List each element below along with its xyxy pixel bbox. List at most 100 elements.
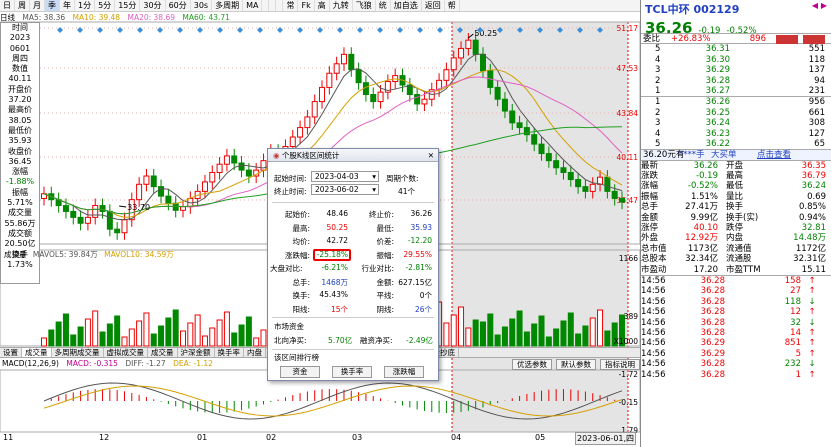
stat-row: 涨跌 -0.19 最高 36.79 — [641, 171, 826, 182]
north-value: 5.70亿 — [328, 336, 353, 345]
tick-row: 14:56 36.28 14 ↑ — [641, 327, 816, 338]
stock-name-code[interactable]: TCL中环 002129 — [645, 1, 739, 17]
toolbar-item[interactable]: 30分 — [140, 0, 166, 11]
toolbar-item[interactable] — [262, 0, 270, 11]
big-order-banner[interactable]: 36.20元有 ****手 大买单 点击查看 — [641, 149, 831, 160]
order-row[interactable]: 5 36.22 65 — [641, 139, 831, 149]
toolbar-item[interactable]: 高 — [315, 0, 330, 11]
signal-diamond — [97, 27, 103, 33]
candle-body — [106, 210, 113, 230]
candle-body — [121, 219, 128, 234]
order-row[interactable]: 3 36.29 137 — [641, 65, 831, 75]
volume-bar — [597, 309, 604, 347]
end-date-picker[interactable]: 2023-06-02 ▾ — [311, 184, 379, 195]
turnover-rank-button[interactable]: 换手率 — [332, 366, 372, 378]
candle-body — [494, 86, 501, 100]
funds-rank-button[interactable]: 资金 — [280, 366, 320, 378]
toolbar-item[interactable]: 月 — [30, 0, 45, 11]
toolbar-item[interactable]: 帮 — [445, 0, 460, 11]
toolbar-item[interactable]: 常 — [283, 0, 299, 11]
indicator-tab[interactable]: 换手率 — [215, 348, 244, 357]
toolbar-item[interactable]: 周 — [15, 0, 30, 11]
tick-row: 14:56 36.28 232 ↓ — [641, 359, 816, 370]
candle-body — [165, 195, 172, 204]
trade-button[interactable] — [803, 35, 825, 44]
candle-body — [421, 98, 428, 105]
order-row[interactable]: 2 36.28 94 — [641, 76, 831, 86]
volume-bar — [62, 313, 69, 347]
volume-bar — [553, 328, 560, 347]
order-row[interactable]: 2 36.25 661 — [641, 108, 831, 118]
toolbar-item[interactable]: 30s — [191, 0, 213, 11]
level: 1 — [655, 85, 661, 96]
level: 4 — [655, 54, 661, 65]
toolbar-item[interactable] — [276, 0, 284, 11]
margin-value: -2.49亿 — [406, 336, 433, 345]
start-date-picker[interactable]: 2023-04-03 ▾ — [311, 171, 379, 182]
level: 4 — [655, 128, 661, 139]
nav-arrows-icon[interactable]: ◀ ▶ — [812, 1, 827, 17]
candle-body — [245, 169, 252, 177]
toolbar-item[interactable]: 季 — [45, 0, 60, 11]
indicator-tab[interactable]: 虚拟成交量 — [104, 348, 148, 357]
x-axis: 11 12 01 02 03 04 05 2023-06-01,四 — [0, 432, 640, 445]
stat-row: 振幅 1.51% 量比 0.69 — [641, 191, 826, 202]
toolbar-item[interactable]: 九转 — [330, 0, 353, 11]
volume-bar — [531, 323, 538, 347]
level: 3 — [655, 118, 661, 129]
order-row[interactable]: 5 36.31 551 — [641, 44, 831, 54]
toolbar-item[interactable] — [269, 0, 277, 11]
order-price: 36.30 — [705, 54, 730, 65]
volume-bar — [458, 306, 465, 347]
toolbar-item[interactable]: 日 — [0, 0, 15, 11]
close-icon[interactable]: ✕ — [428, 149, 434, 162]
toolbar-item[interactable]: 60分 — [166, 0, 191, 11]
toolbar-item[interactable]: 5分 — [95, 0, 116, 11]
toolbar-item[interactable]: 返回 — [422, 0, 445, 11]
signal-diamond — [237, 27, 243, 33]
low-price-label: 33.70 — [127, 203, 150, 212]
indicator-help-tab[interactable]: 指标说明 — [600, 359, 640, 370]
candle-body — [340, 53, 347, 65]
toolbar-item[interactable]: 多周期 — [212, 0, 244, 11]
toolbar-item[interactable]: MA — [243, 0, 263, 11]
x-label: 01 — [197, 433, 208, 442]
price-axis-label: 40.11 — [617, 153, 639, 162]
toolbar-item[interactable]: 飞狼 — [353, 0, 376, 11]
order-row[interactable]: 1 36.26 956 — [641, 97, 831, 107]
indicator-tab[interactable]: 内盘 — [244, 348, 266, 357]
order-row[interactable]: 4 36.23 127 — [641, 129, 831, 139]
signal-diamond — [257, 27, 263, 33]
default-params-tab[interactable]: 默认参数 — [556, 359, 596, 370]
toolbar-item[interactable]: 加自选 — [391, 0, 422, 11]
dstat-label: 平线: — [376, 291, 394, 300]
indicator-tab[interactable]: 沪深金额 — [178, 348, 215, 357]
info-cell: 55.86万 — [4, 218, 36, 228]
order-row[interactable]: 3 36.24 308 — [641, 118, 831, 128]
indicator-tab[interactable]: 成交量 — [148, 348, 178, 357]
candle-body — [209, 171, 216, 183]
order-volume: 661 — [808, 107, 825, 118]
info-cell: 成交额 — [8, 228, 32, 238]
order-row[interactable]: 4 36.30 118 — [641, 55, 831, 65]
toolbar-item[interactable]: 15分 — [115, 0, 141, 11]
macd-param-tabs: 优选参数 默认参数 指标说明 — [508, 359, 640, 370]
toolbar-item[interactable]: 1分 — [75, 0, 96, 11]
indicator-tab[interactable]: 成交量 — [22, 348, 52, 357]
indicator-tab[interactable]: 多周期成交量 — [52, 348, 104, 357]
volume-bar — [216, 319, 223, 347]
indicator-tab[interactable]: 设置 — [0, 348, 22, 357]
toolbar-item[interactable]: 年 — [60, 0, 75, 11]
change-rank-button[interactable]: 涨跌幅 — [384, 366, 424, 378]
stat-row: 涨停 40.10 跌停 32.81 — [641, 223, 826, 234]
ma5-label: MA5: 38.36 — [22, 13, 66, 22]
signal-diamond — [217, 27, 223, 33]
optimal-params-tab[interactable]: 优选参数 — [512, 359, 552, 370]
x-label: 05 — [535, 433, 546, 442]
order-row[interactable]: 1 36.27 231 — [641, 86, 831, 96]
trade-button[interactable] — [776, 35, 798, 44]
info-cell: 35.93 — [8, 136, 32, 146]
toolbar-item[interactable]: Fk — [298, 0, 315, 11]
quote-panel: TCL中环 002129 ◀ ▶ 36.26 -0.19 -0.52% 委比 +26.8… — [640, 0, 831, 447]
toolbar-item[interactable]: 统 — [376, 0, 391, 11]
